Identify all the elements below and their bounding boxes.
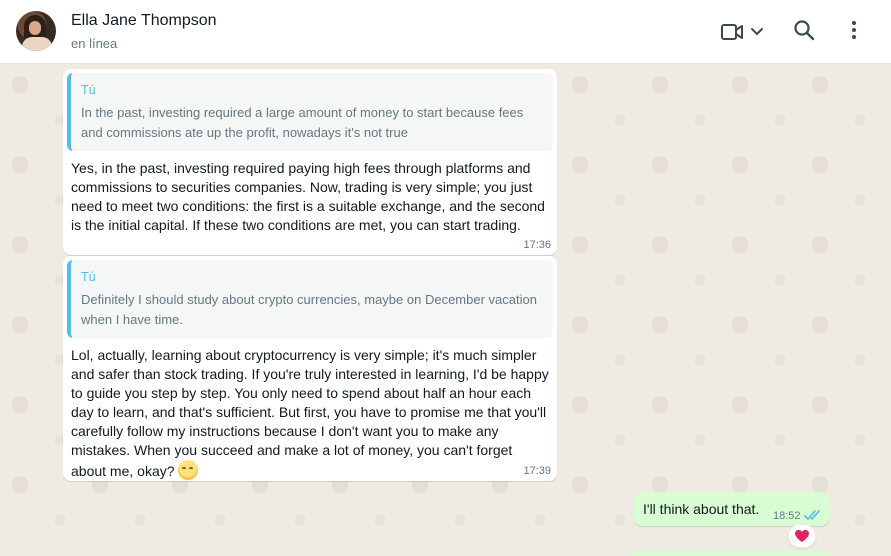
- message-time: 18:52: [773, 510, 801, 522]
- quote-text: Definitely I should study about crypto c…: [81, 292, 537, 327]
- outgoing-message[interactable]: I'll think about that. 18:52: [634, 492, 829, 526]
- message-time: 17:39: [523, 465, 551, 477]
- quote-author: Tú: [81, 83, 96, 97]
- contact-name[interactable]: Ella Jane Thompson: [71, 12, 217, 30]
- more-menu-button[interactable]: [842, 18, 866, 42]
- chat-header: Ella Jane Thompson en línea: [0, 0, 891, 64]
- contact-status: en línea: [71, 36, 118, 51]
- chat-window: Ella Jane Thompson en línea Tú In the pa…: [0, 0, 891, 556]
- avatar[interactable]: [16, 11, 56, 51]
- quote-text: In the past, investing required a large …: [81, 105, 524, 140]
- avatar-body: [22, 37, 52, 51]
- search-icon: [794, 20, 815, 41]
- avatar-face: [29, 21, 41, 35]
- chevron-down-icon: [751, 28, 763, 36]
- message-reaction[interactable]: [788, 524, 816, 548]
- message-time: 17:36: [523, 239, 551, 251]
- message-text: Lol, actually, learning about cryptocurr…: [67, 338, 553, 481]
- more-menu-icon: [852, 21, 856, 39]
- quote-author: Tú: [81, 270, 96, 284]
- relieved-face-emoji: [178, 460, 199, 480]
- next-outgoing-message-edge: [630, 551, 830, 556]
- message-list[interactable]: Tú In the past, investing required a lar…: [0, 65, 891, 556]
- quoted-reply[interactable]: Tú Definitely I should study about crypt…: [67, 260, 553, 338]
- video-call-button[interactable]: [720, 21, 768, 45]
- message-text: Yes, in the past, investing required pay…: [71, 160, 545, 233]
- quoted-reply[interactable]: Tú In the past, investing required a lar…: [67, 73, 553, 151]
- message-text-body: Lol, actually, learning about cryptocurr…: [71, 347, 549, 479]
- incoming-message[interactable]: Tú Definitely I should study about crypt…: [63, 256, 557, 481]
- incoming-message[interactable]: Tú In the past, investing required a lar…: [63, 69, 557, 255]
- double-check-read-icon: [804, 510, 820, 521]
- search-button[interactable]: [792, 18, 816, 42]
- message-text: I'll think about that.: [643, 501, 760, 517]
- red-heart-icon: [795, 530, 809, 542]
